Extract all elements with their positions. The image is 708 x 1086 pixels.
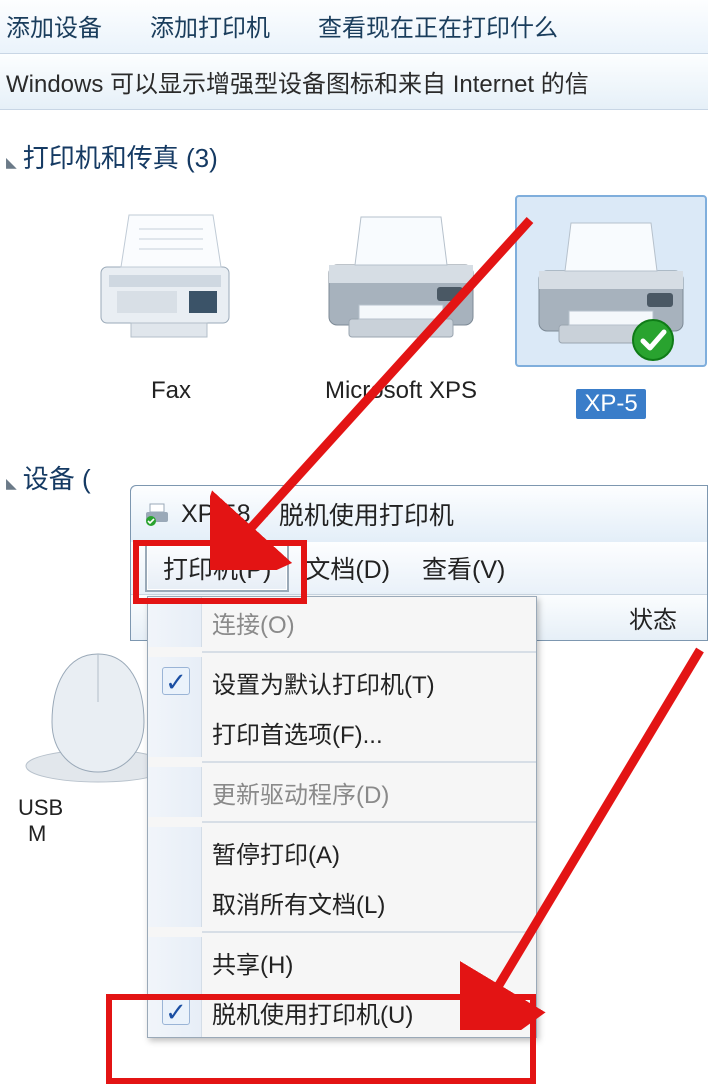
add-printer-button[interactable]: 添加打印机 (150, 8, 270, 43)
command-toolbar: 添加设备 添加打印机 查看现在正在打印什么 (0, 0, 708, 54)
window-title-bar[interactable]: XP-58 - 脱机使用打印机 (131, 486, 707, 542)
menu-item-label: 打印首选项(F)... (212, 715, 383, 750)
menu-item-cancel-all[interactable]: 取消所有文档(L) (148, 877, 536, 927)
menu-item-label: 暂停打印(A) (212, 835, 340, 870)
window-title-printer: XP-58 (181, 500, 250, 529)
device-xps[interactable]: Microsoft XPS (306, 195, 496, 419)
menu-item-offline[interactable]: ✓ 脱机使用打印机(U) (148, 987, 536, 1037)
menu-item-sharing[interactable]: 共享(H) (148, 937, 536, 987)
column-status[interactable]: 状态 (629, 600, 677, 635)
printer-icon (515, 195, 707, 367)
menu-item-label: 脱机使用打印机(U) (212, 995, 413, 1030)
menu-item-update-driver[interactable]: 更新驱动程序(D) (148, 767, 536, 817)
info-bar: Windows 可以显示增强型设备图标和来自 Internet 的信 (0, 54, 708, 110)
printer-dropdown-menu: 连接(O) ✓ 设置为默认打印机(T) 打印首选项(F)... 更新驱动程序(D… (147, 596, 537, 1038)
menu-view[interactable]: 查看(V) (406, 546, 521, 590)
menu-separator (202, 821, 536, 823)
window-title-sep: - (260, 500, 268, 529)
section-printers-header[interactable]: ◣ 打印机和传真 (3) (6, 138, 702, 175)
section-printers-title: 打印机和传真 (3) (23, 138, 218, 175)
fax-icon (81, 195, 261, 355)
menu-separator (202, 931, 536, 933)
section-devices-title: 设备 ( (23, 459, 91, 496)
printers-row: Fax Microsoft XPS (6, 189, 702, 419)
menu-item-connect[interactable]: 连接(O) (148, 597, 536, 647)
menu-separator (202, 651, 536, 653)
menu-item-pause[interactable]: 暂停打印(A) (148, 827, 536, 877)
device-fax[interactable]: Fax (76, 195, 266, 419)
menu-separator (202, 761, 536, 763)
menu-item-label: 连接(O) (212, 605, 295, 640)
menu-item-label: 更新驱动程序(D) (212, 775, 389, 810)
menu-item-preferences[interactable]: 打印首选项(F)... (148, 707, 536, 757)
view-print-queue-button[interactable]: 查看现在正在打印什么 (318, 8, 558, 43)
window-title-suffix: 脱机使用打印机 (279, 496, 454, 532)
printer-icon (311, 195, 491, 355)
menu-item-set-default[interactable]: ✓ 设置为默认打印机(T) (148, 657, 536, 707)
menu-item-label: 取消所有文档(L) (212, 885, 385, 920)
collapse-triangle-icon: ◣ (6, 154, 17, 171)
default-check-icon (630, 317, 676, 363)
menu-bar: 打印机(P) 文档(D) 查看(V) (131, 542, 707, 594)
check-icon: ✓ (162, 997, 190, 1025)
printer-icon (143, 500, 171, 528)
menu-document[interactable]: 文档(D) (289, 546, 406, 590)
collapse-triangle-icon: ◣ (6, 475, 17, 492)
menu-item-label: 设置为默认打印机(T) (212, 665, 435, 700)
device-label: Microsoft XPS (325, 377, 477, 405)
check-icon: ✓ (162, 667, 190, 695)
menu-item-label: 共享(H) (212, 945, 293, 980)
menu-printer[interactable]: 打印机(P) (145, 544, 289, 592)
device-label: Fax (151, 377, 191, 405)
device-xp58[interactable]: XP-5 (536, 195, 686, 419)
add-device-button[interactable]: 添加设备 (6, 8, 102, 43)
device-label: XP-5 (576, 389, 645, 419)
